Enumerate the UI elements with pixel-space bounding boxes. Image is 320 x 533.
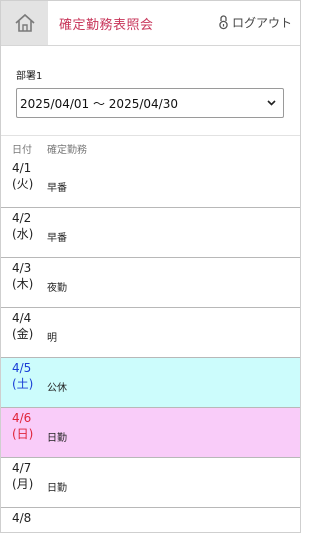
chevron-down-icon <box>267 100 276 106</box>
logout-button[interactable]: ログアウト <box>218 14 292 31</box>
home-icon <box>14 13 35 32</box>
row-date-day: 4/4 <box>12 311 32 325</box>
row-duty: 早番 <box>47 183 67 194</box>
row-duty: 日勤 <box>47 433 67 444</box>
row-date: 4/6 (日) <box>12 410 33 442</box>
row-date-day: 4/6 <box>12 411 32 425</box>
row-date-weekday: (金) <box>12 327 34 341</box>
department-label: 部署1 <box>16 71 43 82</box>
row-date: 4/5 (土) <box>12 360 33 392</box>
table-row-saturday: 4/5 (土) 公休 <box>1 358 300 408</box>
row-date-day: 4/3 <box>12 261 32 275</box>
logout-label: ログアウト <box>231 16 292 30</box>
row-duty: 夜勤 <box>47 283 67 294</box>
row-date: 4/1 (火) <box>12 160 33 192</box>
row-date-weekday: (日) <box>12 427 34 441</box>
period-select-value: 2025/04/01 ～ 2025/04/30 <box>20 96 178 111</box>
home-button[interactable] <box>1 1 48 45</box>
row-date: 4/7 (月) <box>12 460 33 492</box>
column-header-duty: 確定勤務 <box>47 145 87 156</box>
table-row: 4/1 (火) 早番 <box>1 158 300 208</box>
schedule-list: 4/1 (火) 早番 4/2 (水) 早番 4/3 (木) 夜勤 4/4 (金) <box>1 158 300 532</box>
row-duty: 明 <box>47 333 57 344</box>
row-date-day: 4/7 <box>12 461 32 475</box>
app-frame: 確定勤務表照会 ログアウト 部署1 2025/04/01 ～ 2025/04/3… <box>0 0 301 533</box>
row-date-day: 4/8 <box>12 511 32 525</box>
row-date-weekday: (木) <box>12 277 34 291</box>
table-header: 日付 確定勤務 <box>1 135 300 159</box>
period-select[interactable]: 2025/04/01 ～ 2025/04/30 <box>16 88 284 118</box>
table-row: 4/8 <box>1 508 300 532</box>
row-date: 4/2 (水) <box>12 210 33 242</box>
row-duty: 日勤 <box>47 483 67 494</box>
table-row: 4/4 (金) 明 <box>1 308 300 358</box>
header-bar: 確定勤務表照会 ログアウト <box>1 1 300 46</box>
row-date-weekday: (土) <box>12 377 34 391</box>
row-date-day: 4/2 <box>12 211 32 225</box>
row-date: 4/8 <box>12 510 31 526</box>
row-date: 4/3 (木) <box>12 260 33 292</box>
row-date-weekday: (水) <box>12 227 34 241</box>
table-row: 4/2 (水) 早番 <box>1 208 300 258</box>
row-duty: 公休 <box>47 383 67 394</box>
column-header-date: 日付 <box>12 145 32 156</box>
lock-icon <box>219 15 228 30</box>
page-title: 確定勤務表照会 <box>59 18 154 33</box>
row-duty: 早番 <box>47 233 67 244</box>
row-date-day: 4/5 <box>12 361 32 375</box>
row-date: 4/4 (金) <box>12 310 33 342</box>
table-row: 4/7 (月) 日勤 <box>1 458 300 508</box>
table-row: 4/3 (木) 夜勤 <box>1 258 300 308</box>
row-date-weekday: (月) <box>12 477 34 491</box>
row-date-day: 4/1 <box>12 161 32 175</box>
table-row-sunday: 4/6 (日) 日勤 <box>1 408 300 458</box>
row-date-weekday: (火) <box>12 177 34 191</box>
